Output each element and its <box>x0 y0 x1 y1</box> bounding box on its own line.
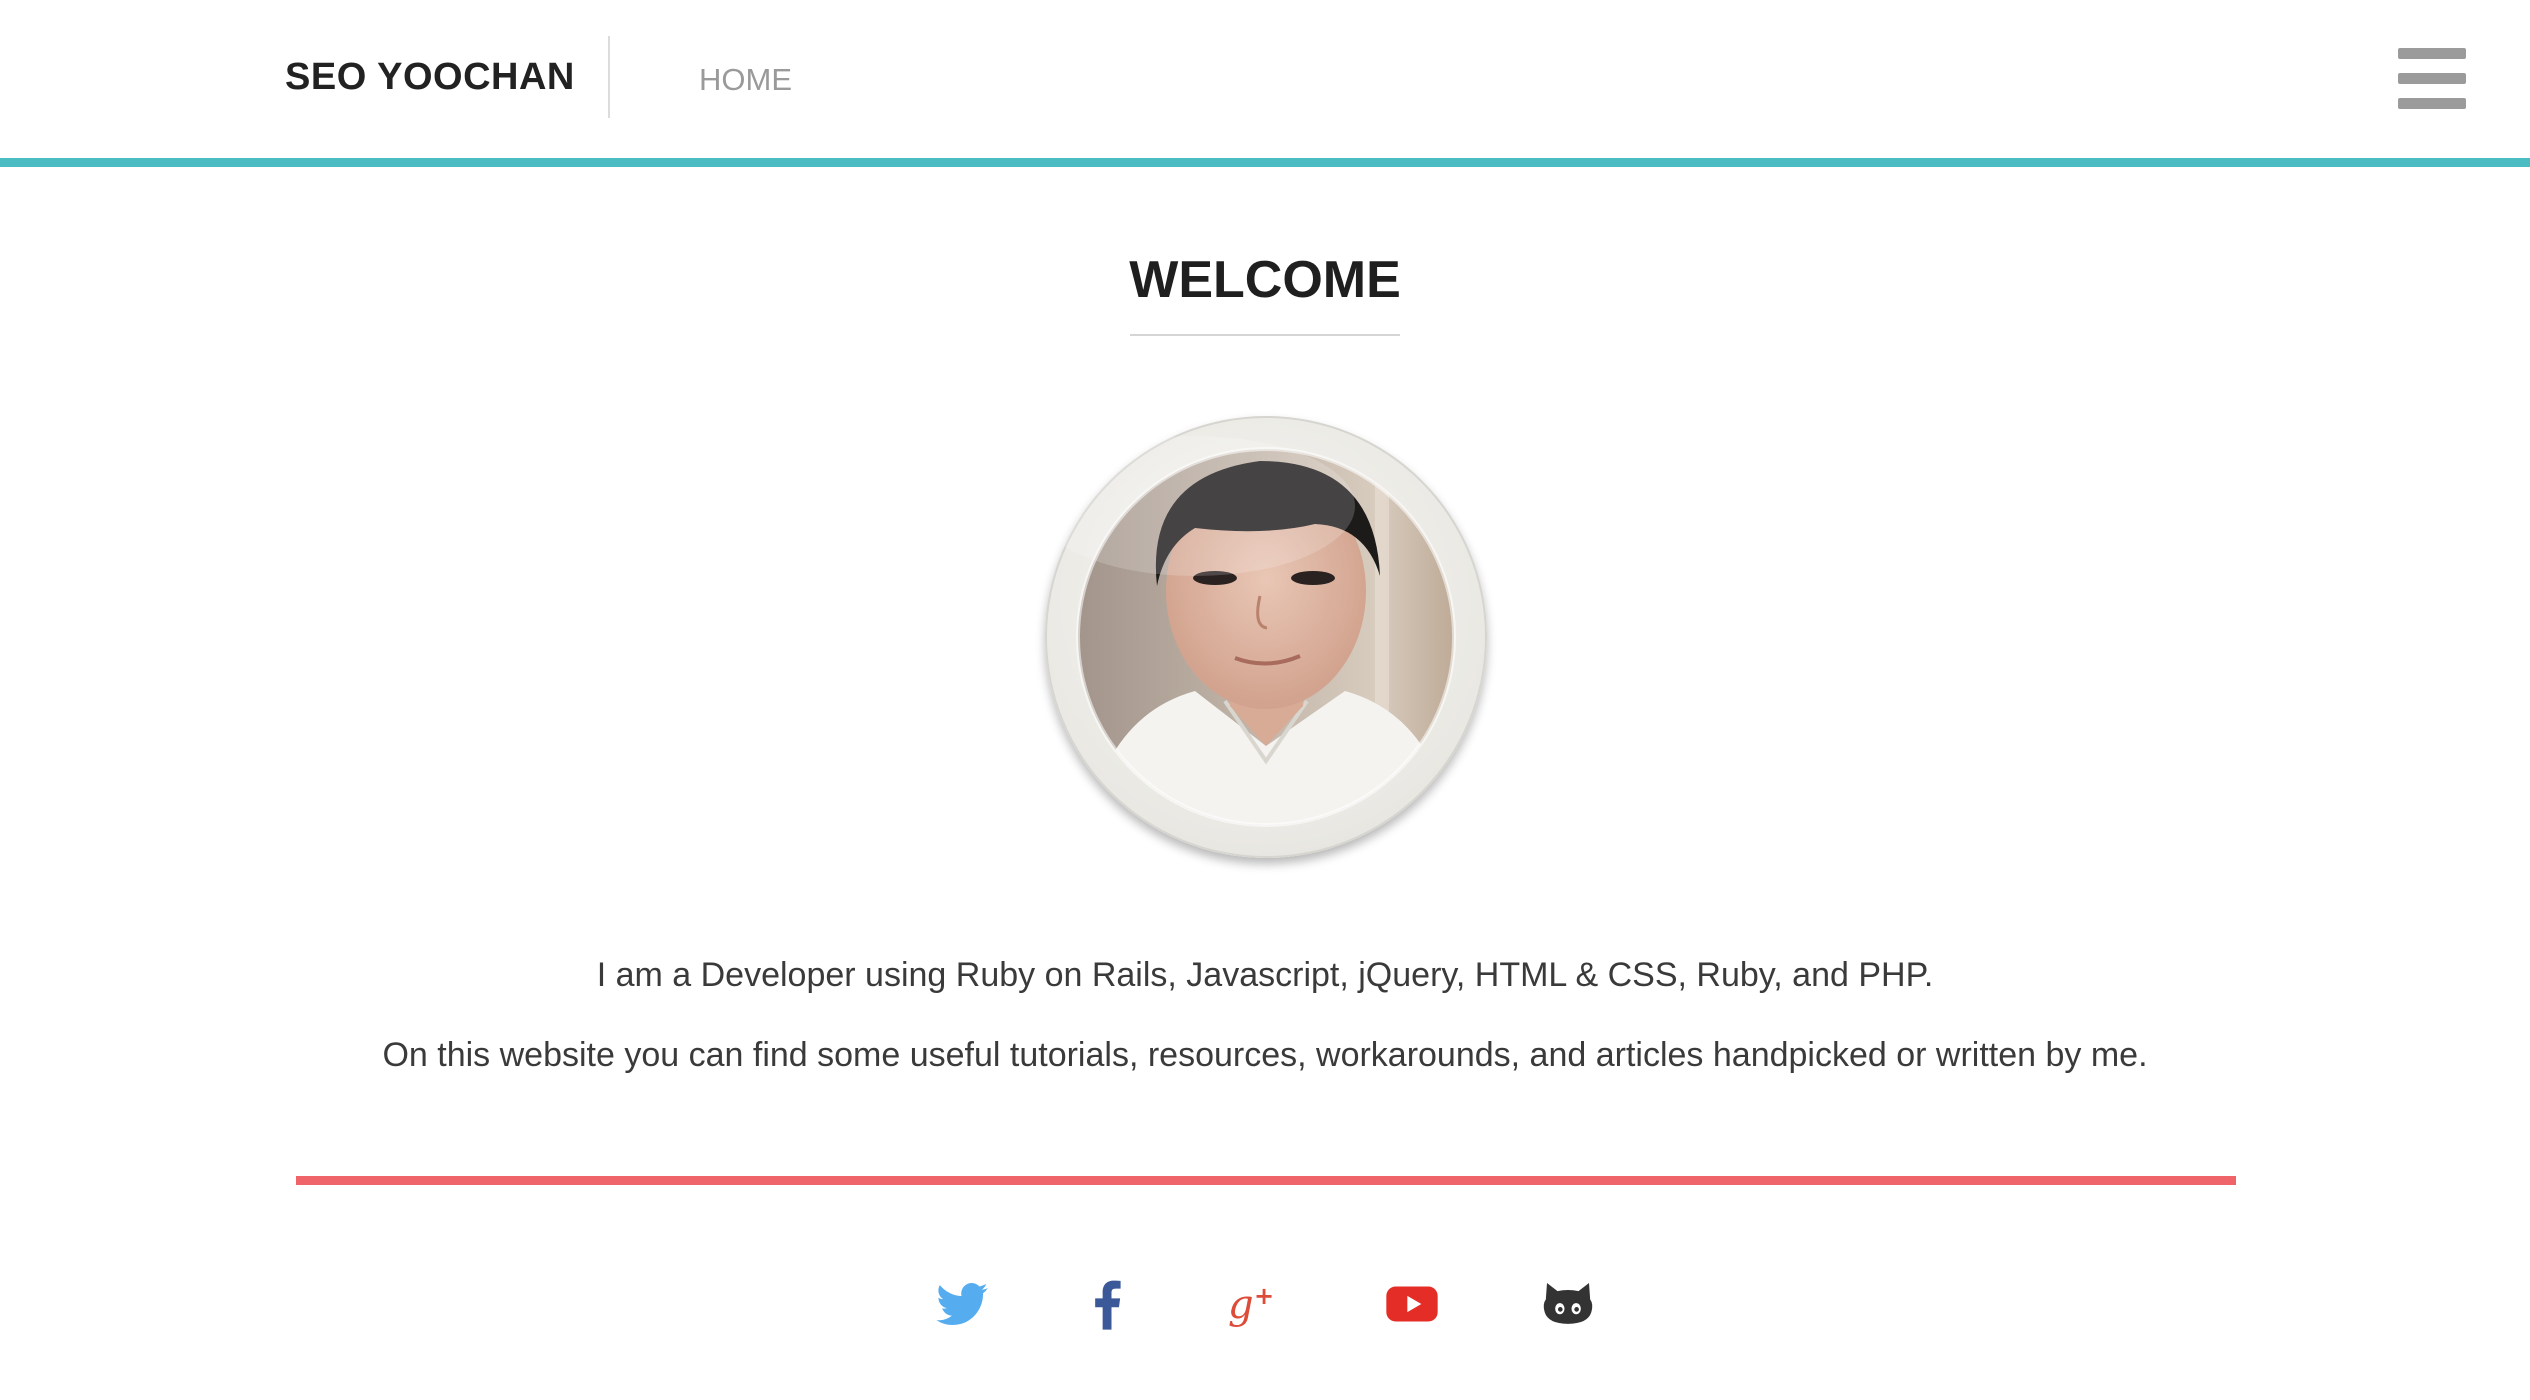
footer-accent-rule <box>296 1176 2236 1185</box>
youtube-icon[interactable] <box>1384 1276 1440 1332</box>
google-plus-icon[interactable]: g + <box>1226 1276 1282 1332</box>
avatar <box>1045 416 1487 858</box>
header-accent-rule <box>0 158 2530 167</box>
avatar-portrait <box>1045 436 1456 827</box>
nav-home-link[interactable]: HOME <box>699 58 792 102</box>
hamburger-menu-icon[interactable] <box>2398 48 2466 110</box>
svg-text:g: g <box>1228 1282 1254 1328</box>
welcome-title: WELCOME <box>1129 251 1401 309</box>
menu-bar <box>2398 98 2466 109</box>
intro-text-line-1: I am a Developer using Ruby on Rails, Ja… <box>596 956 1934 994</box>
welcome-underline <box>1130 334 1400 336</box>
site-header: SEO YOOCHAN HOME <box>0 0 2530 158</box>
site-brand-link[interactable]: SEO YOOCHAN <box>285 52 575 102</box>
github-icon[interactable] <box>1540 1276 1596 1332</box>
intro-text-line-2: On this website you can find some useful… <box>382 1036 2148 1074</box>
twitter-icon[interactable] <box>934 1276 990 1332</box>
svg-text:+: + <box>1254 1282 1274 1310</box>
menu-bar <box>2398 48 2466 59</box>
menu-bar <box>2398 73 2466 84</box>
facebook-icon[interactable] <box>1080 1276 1136 1332</box>
nav-divider <box>608 36 610 118</box>
